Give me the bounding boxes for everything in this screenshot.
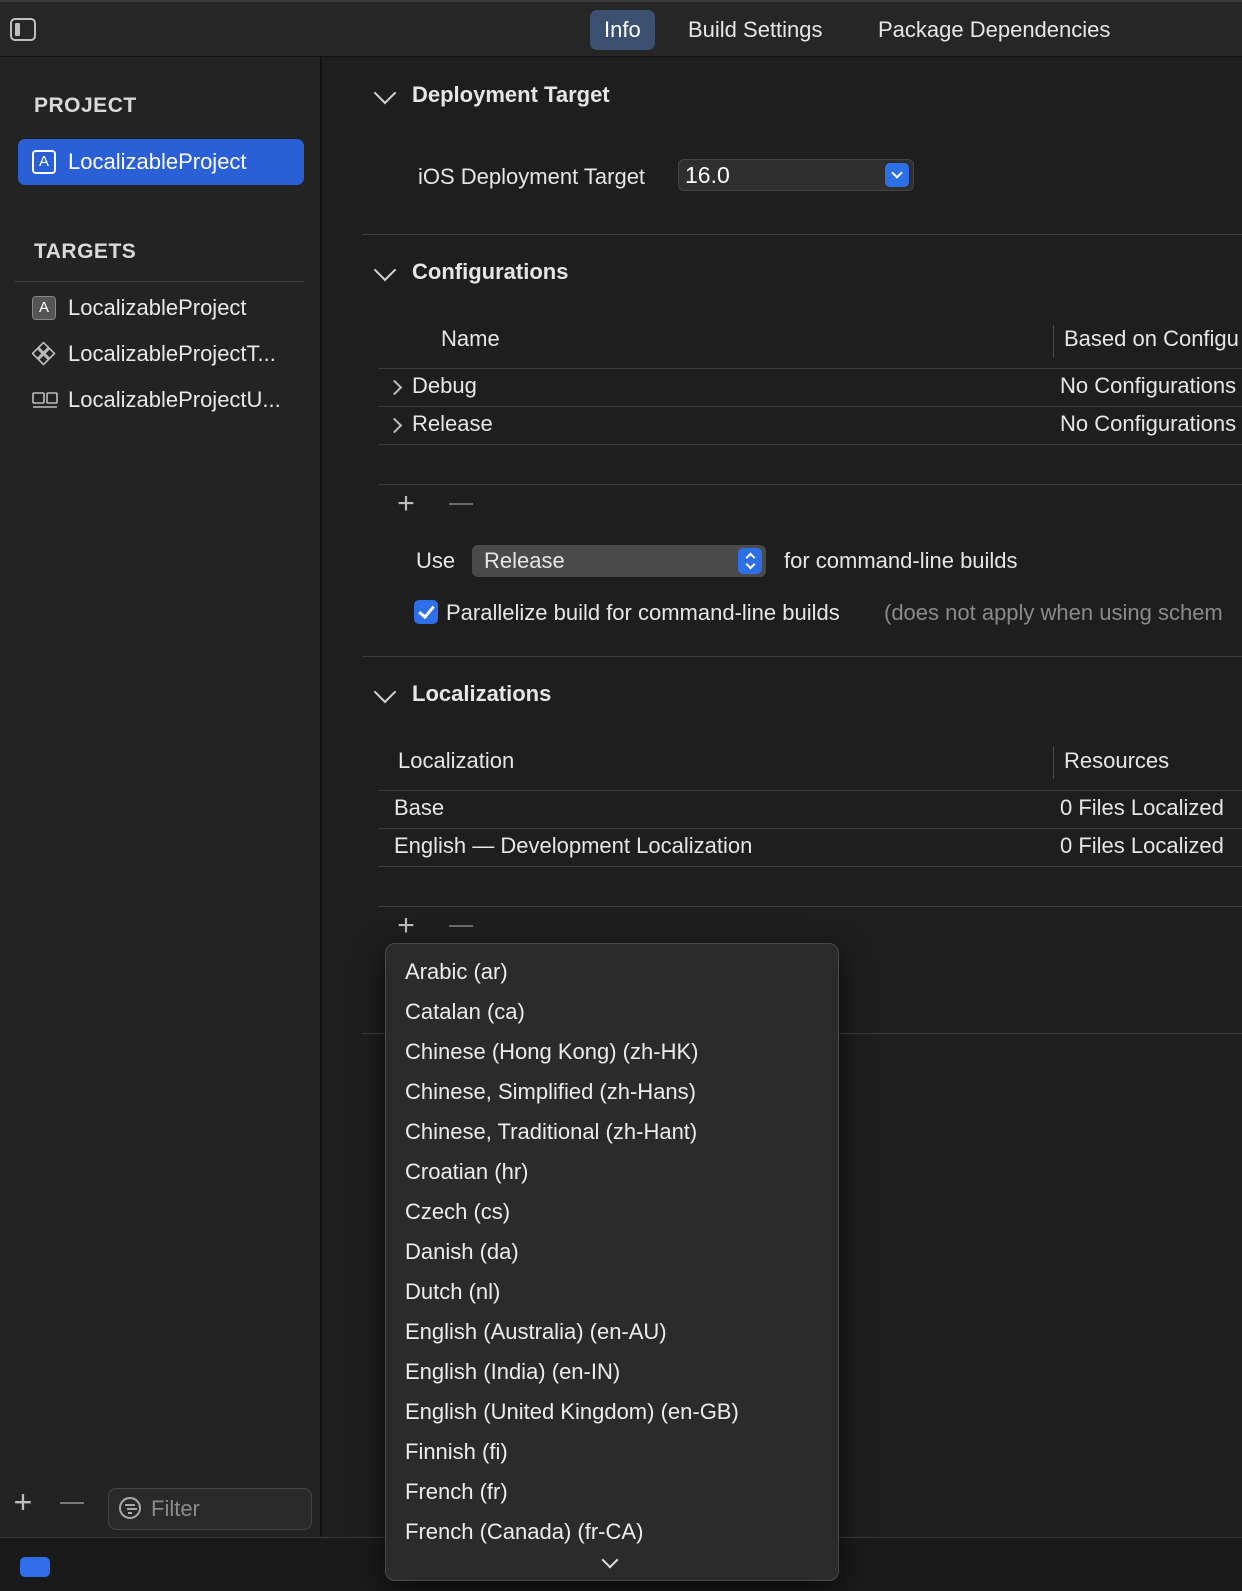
row-divider bbox=[378, 866, 1242, 867]
chevron-down-icon bbox=[885, 163, 909, 187]
menu-item-language[interactable]: Chinese, Traditional (zh-Hant) bbox=[386, 1112, 838, 1152]
configurations-section-title: Configurations bbox=[412, 259, 569, 284]
config-column-based-on[interactable]: Based on Configu bbox=[1064, 326, 1239, 352]
localization-column-resources[interactable]: Resources bbox=[1064, 748, 1169, 774]
ios-deployment-target-label: iOS Deployment Target bbox=[418, 164, 646, 189]
column-divider bbox=[1053, 325, 1054, 357]
table-row[interactable]: Release No Configurations bbox=[378, 407, 1242, 444]
menu-item-language[interactable]: Finnish (fi) bbox=[386, 1432, 838, 1472]
section-divider bbox=[362, 656, 1242, 657]
sidebar-item-project[interactable]: A LocalizableProject bbox=[18, 139, 304, 185]
sidebar-item-target-app[interactable]: A LocalizableProject bbox=[18, 285, 304, 331]
filter-icon bbox=[119, 1497, 141, 1519]
sidebar-item-label: LocalizableProject bbox=[68, 295, 247, 320]
menu-item-language[interactable]: English (Australia) (en-AU) bbox=[386, 1312, 838, 1352]
table-row[interactable]: Debug No Configurations bbox=[378, 369, 1242, 406]
project-header: PROJECT bbox=[34, 94, 137, 117]
menu-item-language[interactable]: Croatian (hr) bbox=[386, 1152, 838, 1192]
localization-resources: 0 Files Localized bbox=[1060, 795, 1224, 820]
disclosure-chevron-icon[interactable] bbox=[386, 417, 403, 434]
menu-item-language[interactable]: Dutch (nl) bbox=[386, 1272, 838, 1312]
menu-item-language[interactable]: English (United Kingdom) (en-GB) bbox=[386, 1392, 838, 1432]
tab-bar-highlight bbox=[0, 0, 1242, 2]
localization-resources: 0 Files Localized bbox=[1060, 833, 1224, 858]
targets-header: TARGETS bbox=[34, 240, 137, 263]
ui-test-icon bbox=[32, 388, 58, 412]
column-divider bbox=[1053, 747, 1054, 779]
localization-name: Base bbox=[394, 795, 445, 820]
menu-item-language[interactable]: Czech (cs) bbox=[386, 1192, 838, 1232]
scroll-down-chevron-icon[interactable] bbox=[601, 1551, 619, 1569]
remove-target-button[interactable] bbox=[60, 1490, 86, 1516]
ios-deployment-target-value: 16.0 bbox=[685, 162, 730, 188]
localization-name: English — Development Localization bbox=[394, 833, 753, 858]
language-menu: Arabic (ar) Catalan (ca) Chinese (Hong K… bbox=[385, 943, 839, 1581]
test-bundle-icon bbox=[31, 341, 56, 366]
table-row[interactable]: English — Development Localization 0 Fil… bbox=[378, 829, 1242, 866]
ios-deployment-target-popup[interactable]: 16.0 bbox=[678, 159, 914, 191]
table-row[interactable]: Base 0 Files Localized bbox=[378, 791, 1242, 828]
remove-localization-button[interactable] bbox=[449, 925, 473, 927]
config-name: Release bbox=[412, 411, 493, 436]
tab-build-settings[interactable]: Build Settings bbox=[674, 10, 837, 50]
chevron-updown-icon bbox=[738, 548, 762, 574]
section-divider bbox=[362, 234, 1242, 235]
sidebar-item-label: LocalizableProjectU... bbox=[68, 387, 281, 412]
localization-column-name[interactable]: Localization bbox=[398, 748, 514, 774]
menu-item-language[interactable]: French (fr) bbox=[386, 1472, 838, 1512]
use-suffix-label: for command-line builds bbox=[784, 548, 1018, 573]
use-label: Use bbox=[416, 548, 456, 573]
menu-item-language[interactable]: Chinese (Hong Kong) (zh-HK) bbox=[386, 1032, 838, 1072]
tab-package-dependencies[interactable]: Package Dependencies bbox=[864, 10, 1124, 50]
menu-item-language[interactable]: Chinese, Simplified (zh-Hans) bbox=[386, 1072, 838, 1112]
parallelize-note: (does not apply when using schem bbox=[884, 600, 1223, 625]
config-name: Debug bbox=[412, 373, 477, 398]
config-based-on: No Configurations bbox=[1060, 411, 1237, 436]
row-divider bbox=[378, 444, 1242, 445]
configurations-collapse-chevron-icon[interactable] bbox=[373, 258, 397, 282]
filter-field[interactable]: Filter bbox=[108, 1488, 312, 1530]
disclosure-chevron-icon[interactable] bbox=[386, 379, 403, 396]
config-based-on: No Configurations bbox=[1060, 373, 1237, 398]
app-icon: A bbox=[32, 296, 56, 320]
filter-input[interactable]: Filter bbox=[151, 1489, 200, 1529]
table-bottom-divider bbox=[378, 484, 1242, 485]
menu-item-language[interactable]: French (Canada) (fr-CA) bbox=[386, 1512, 838, 1552]
add-configuration-button[interactable]: + bbox=[394, 489, 418, 519]
localizations-collapse-chevron-icon[interactable] bbox=[373, 680, 397, 704]
config-column-name[interactable]: Name bbox=[441, 326, 500, 352]
menu-item-language[interactable]: Catalan (ca) bbox=[386, 992, 838, 1032]
sidebar-toggle-icon[interactable] bbox=[10, 18, 36, 41]
app-icon: A bbox=[32, 150, 56, 174]
sidebar-item-target-uitests[interactable]: LocalizableProjectU... bbox=[18, 377, 304, 423]
sidebar-item-label: LocalizableProjectT... bbox=[68, 341, 276, 366]
add-target-button[interactable]: + bbox=[10, 1486, 36, 1518]
deployment-section-title: Deployment Target bbox=[412, 82, 610, 107]
parallelize-checkbox[interactable] bbox=[414, 600, 438, 624]
sidebar-divider bbox=[14, 281, 304, 282]
command-line-config-value: Release bbox=[484, 548, 565, 573]
sidebar-item-label: LocalizableProject bbox=[68, 149, 247, 174]
tab-info[interactable]: Info bbox=[590, 10, 655, 50]
menu-item-language[interactable]: English (India) (en-IN) bbox=[386, 1352, 838, 1392]
add-localization-button[interactable]: + bbox=[394, 911, 418, 941]
table-bottom-divider bbox=[378, 906, 1242, 907]
sidebar: PROJECT A LocalizableProject TARGETS A L… bbox=[0, 57, 322, 1537]
menu-item-language[interactable]: Danish (da) bbox=[386, 1232, 838, 1272]
menu-item-language[interactable]: Arabic (ar) bbox=[386, 952, 838, 992]
status-indicator[interactable] bbox=[20, 1557, 50, 1577]
deployment-collapse-chevron-icon[interactable] bbox=[373, 81, 397, 105]
parallelize-label[interactable]: Parallelize build for command-line build… bbox=[446, 600, 840, 626]
localizations-section-title: Localizations bbox=[412, 681, 552, 706]
sidebar-item-target-tests[interactable]: LocalizableProjectT... bbox=[18, 331, 304, 377]
command-line-config-popup[interactable]: Release bbox=[472, 545, 766, 577]
remove-configuration-button[interactable] bbox=[449, 503, 473, 505]
